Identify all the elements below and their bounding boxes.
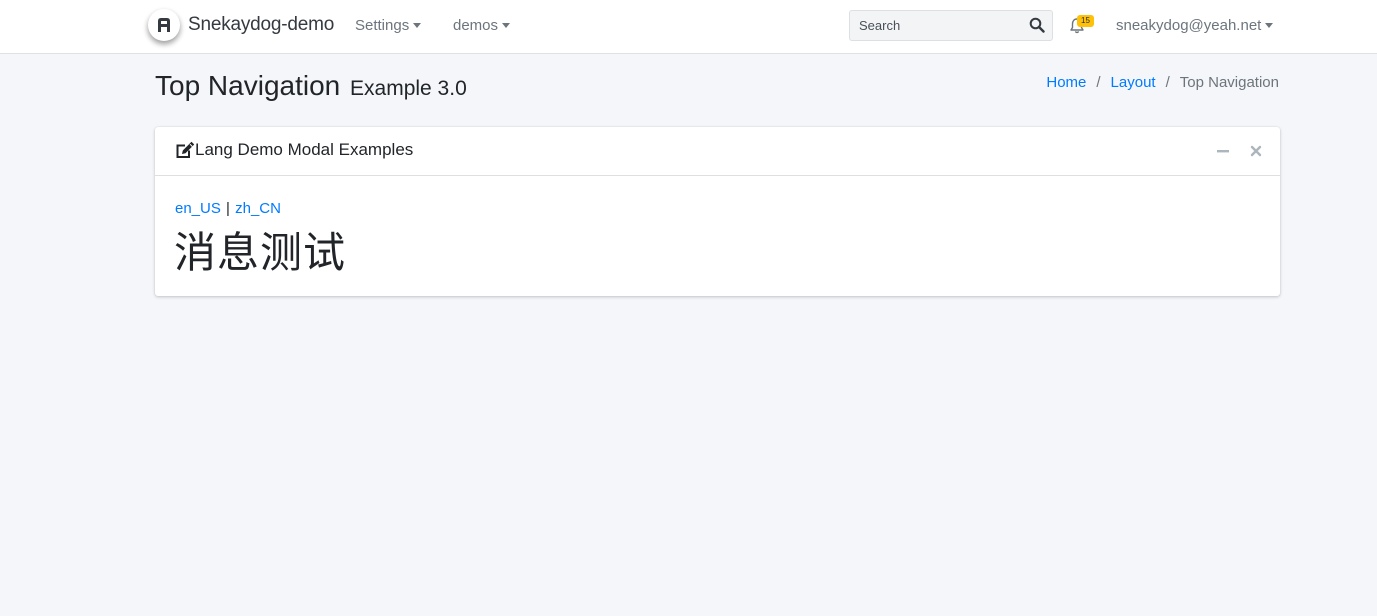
breadcrumb-separator: / [1165,74,1170,91]
search-box [849,10,1053,41]
chevron-down-icon [413,23,422,28]
minus-icon [1217,150,1229,153]
demos-menu[interactable]: demos [453,17,511,34]
page-title: Top Navigation Example 3.0 [155,70,467,102]
user-menu-label: sneakydog@yeah.net [1116,17,1262,34]
breadcrumb-separator: / [1096,74,1101,91]
brand-logo[interactable] [148,9,180,41]
chevron-down-icon [1265,23,1274,28]
settings-menu[interactable]: Settings [355,17,422,34]
notification-badge: 15 [1077,15,1094,27]
minimize-button[interactable] [1216,144,1230,158]
search-input[interactable] [850,11,1020,40]
breadcrumb: Home / Layout / Top Navigation [1046,74,1279,91]
card-title: Lang Demo Modal Examples [175,140,413,160]
lang-link-en-us[interactable]: en_US [175,200,221,217]
user-menu[interactable]: sneakydog@yeah.net [1116,17,1274,34]
brand-logo-icon [158,18,170,32]
close-icon [1250,145,1262,157]
top-navbar: Snekaydog-demo Settings demos 15 sneakyd… [0,0,1377,54]
close-button[interactable] [1249,144,1263,158]
demos-menu-label: demos [453,17,499,34]
edit-icon [176,141,195,158]
lang-link-zh-cn[interactable]: zh_CN [235,200,281,217]
language-links: en_US | zh_CN [175,200,281,217]
card-title-text: Lang Demo Modal Examples [195,140,414,159]
breadcrumb-home[interactable]: Home [1046,74,1086,91]
breadcrumb-current: Top Navigation [1179,74,1279,91]
search-icon[interactable] [1029,17,1045,33]
lang-demo-card: Lang Demo Modal Examples en_US | zh_CN 消… [155,127,1280,296]
breadcrumb-layout[interactable]: Layout [1111,74,1156,91]
chevron-down-icon [502,23,511,28]
settings-menu-label: Settings [355,17,410,34]
page-subtitle: Example 3.0 [350,77,467,100]
card-header: Lang Demo Modal Examples [155,127,1280,176]
message-heading: 消息测试 [174,228,347,277]
lang-separator: | [226,200,230,217]
page-title-text: Top Navigation [155,70,341,101]
brand-name[interactable]: Snekaydog-demo [188,14,334,36]
